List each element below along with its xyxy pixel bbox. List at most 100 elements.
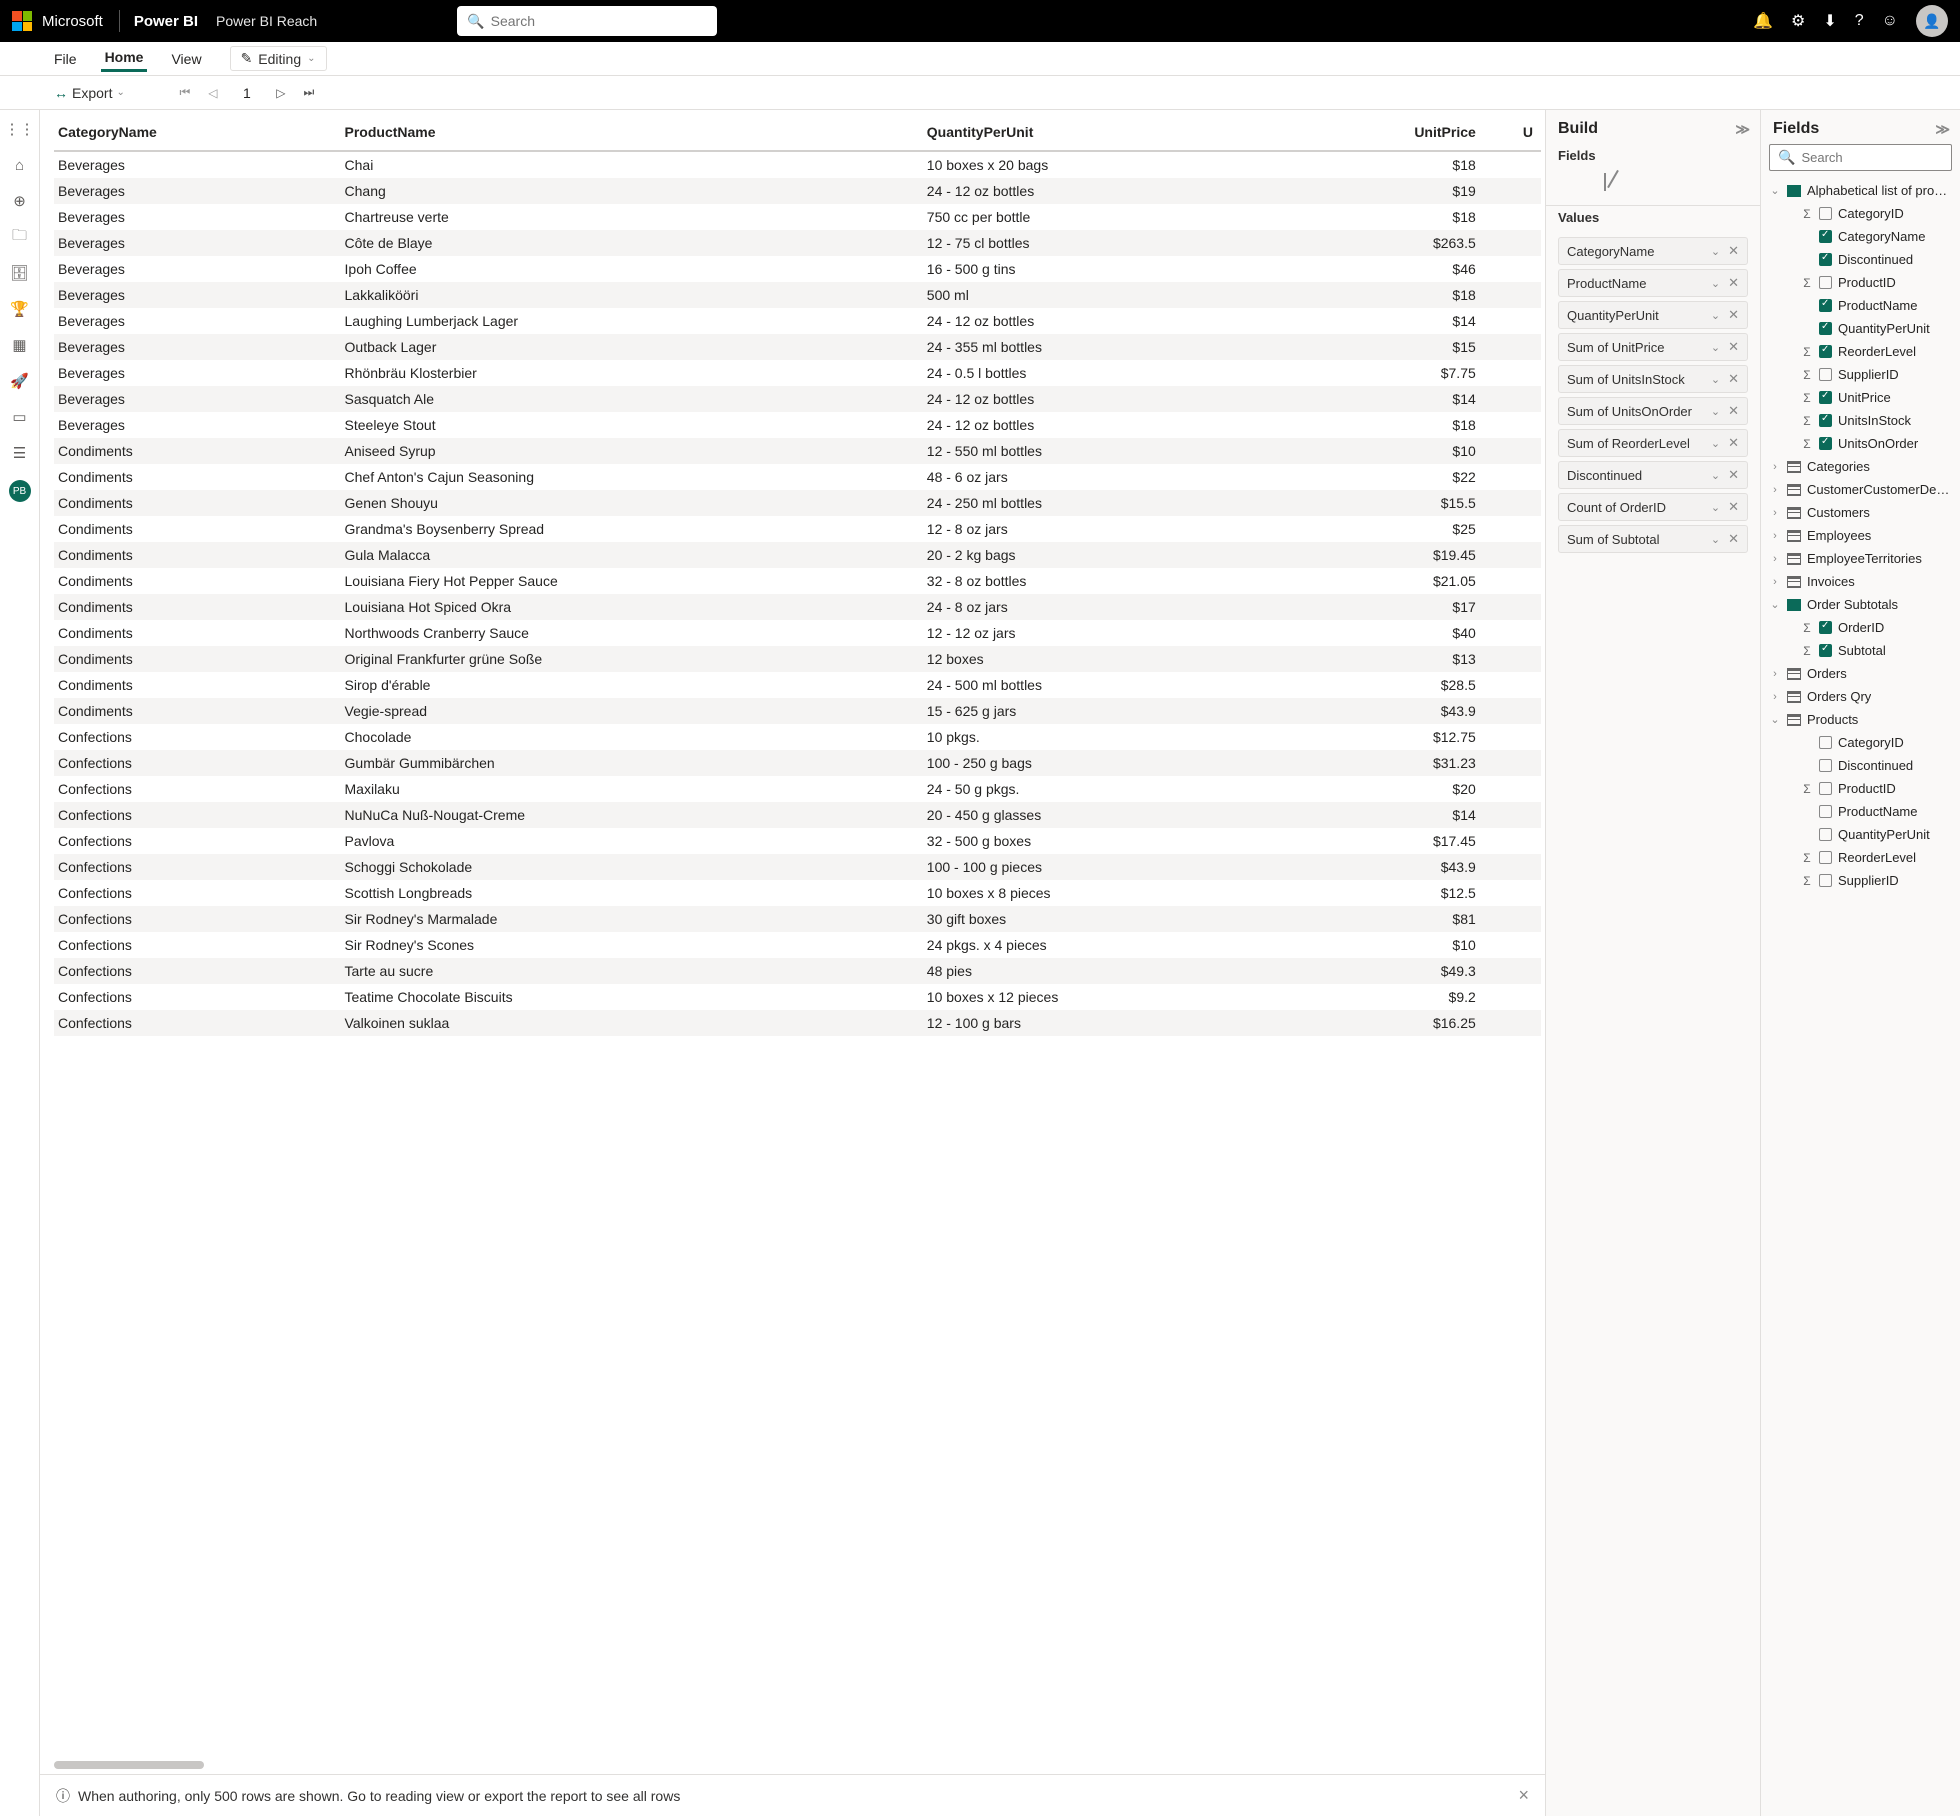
remove-field-icon[interactable]: ✕ [1728,435,1739,451]
chevron-down-icon[interactable]: ⌄ [1711,373,1720,386]
field-checkbox[interactable] [1819,782,1832,795]
next-page-button[interactable]: ▷ [275,86,287,100]
remove-field-icon[interactable]: ✕ [1728,531,1739,547]
brand-label[interactable]: Power BI [134,13,198,30]
export-button[interactable]: ↔ Export ⌄ [54,85,125,101]
table-row[interactable]: CondimentsGrandma's Boysenberry Spread12… [54,516,1541,542]
value-field-pill[interactable]: Discontinued⌄✕ [1558,461,1748,489]
remove-field-icon[interactable]: ✕ [1728,467,1739,483]
table-row[interactable]: CondimentsGula Malacca20 - 2 kg bags$19.… [54,542,1541,568]
chevron-down-icon[interactable]: ⌄ [1711,405,1720,418]
field-tree-item[interactable]: ΣUnitsInStock [1767,409,1954,432]
field-tree-item[interactable]: ΣReorderLevel [1767,340,1954,363]
chevron-right-icon[interactable]: › [1769,553,1781,565]
field-checkbox[interactable] [1819,828,1832,841]
chevron-right-icon[interactable]: › [1769,576,1781,588]
tab-file[interactable]: File [50,47,81,71]
table-row[interactable]: ConfectionsTarte au sucre48 pies$49.3 [54,958,1541,984]
table-row[interactable]: CondimentsSirop d'érable24 - 500 ml bott… [54,672,1541,698]
field-checkbox[interactable] [1819,207,1832,220]
table-tree-item[interactable]: ›Categories [1767,455,1954,478]
table-row[interactable]: ConfectionsSir Rodney's Scones24 pkgs. x… [54,932,1541,958]
table-row[interactable]: BeveragesSasquatch Ale24 - 12 oz bottles… [54,386,1541,412]
home-icon[interactable]: ⌂ [11,156,29,174]
table-row[interactable]: ConfectionsPavlova32 - 500 g boxes$17.45 [54,828,1541,854]
field-checkbox[interactable] [1819,299,1832,312]
table-row[interactable]: ConfectionsSir Rodney's Marmalade30 gift… [54,906,1541,932]
field-checkbox[interactable] [1819,621,1832,634]
table-tree-item[interactable]: ⌄Order Subtotals [1767,593,1954,616]
table-row[interactable]: ConfectionsNuNuCa Nuß-Nougat-Creme20 - 4… [54,802,1541,828]
table-row[interactable]: ConfectionsChocolade10 pkgs.$12.75 [54,724,1541,750]
collapse-build-icon[interactable]: ≫ [1735,121,1750,138]
table-row[interactable]: BeveragesChang24 - 12 oz bottles$19 [54,178,1541,204]
table-row[interactable]: CondimentsAniseed Syrup12 - 550 ml bottl… [54,438,1541,464]
table-row[interactable]: BeveragesLakkalikööri500 ml$18 [54,282,1541,308]
chevron-right-icon[interactable]: › [1769,461,1781,473]
chevron-right-icon[interactable]: › [1769,530,1781,542]
table-tree-item[interactable]: ›Orders [1767,662,1954,685]
table-row[interactable]: BeveragesOutback Lager24 - 355 ml bottle… [54,334,1541,360]
field-tree-item[interactable]: ΣProductID [1767,271,1954,294]
fields-search-input[interactable] [1801,150,1960,165]
chevron-down-icon[interactable]: ⌄ [1711,533,1720,546]
field-tree-item[interactable]: Discontinued [1767,248,1954,271]
download-icon[interactable]: ⬇ [1823,11,1836,31]
settings-icon[interactable]: ⚙ [1791,11,1805,31]
field-checkbox[interactable] [1819,368,1832,381]
chevron-right-icon[interactable]: › [1769,484,1781,496]
table-row[interactable]: CondimentsGenen Shouyu24 - 250 ml bottle… [54,490,1541,516]
field-tree-item[interactable]: ΣOrderID [1767,616,1954,639]
data-hub-icon[interactable]: 🗄 [11,264,29,282]
value-field-pill[interactable]: QuantityPerUnit⌄✕ [1558,301,1748,329]
table-row[interactable]: BeveragesLaughing Lumberjack Lager24 - 1… [54,308,1541,334]
table-tree-item[interactable]: ›EmployeeTerritories [1767,547,1954,570]
chevron-down-icon[interactable]: ⌄ [1711,437,1720,450]
field-checkbox[interactable] [1819,805,1832,818]
metrics-icon[interactable]: 🏆 [11,300,29,318]
field-checkbox[interactable] [1819,759,1832,772]
field-tree-item[interactable]: ΣCategoryID [1767,202,1954,225]
table-row[interactable]: BeveragesCôte de Blaye12 - 75 cl bottles… [54,230,1541,256]
global-search[interactable]: 🔍 [457,6,717,36]
field-checkbox[interactable] [1819,253,1832,266]
remove-field-icon[interactable]: ✕ [1728,371,1739,387]
workspaces-icon[interactable]: ☰ [11,444,29,462]
user-avatar[interactable]: 👤 [1916,5,1948,37]
table-row[interactable]: ConfectionsGumbär Gummibärchen100 - 250 … [54,750,1541,776]
remove-field-icon[interactable]: ✕ [1728,499,1739,515]
fields-search[interactable]: 🔍 [1769,144,1952,171]
remove-field-icon[interactable]: ✕ [1728,339,1739,355]
table-tree-item[interactable]: ›Employees [1767,524,1954,547]
value-field-pill[interactable]: Count of OrderID⌄✕ [1558,493,1748,521]
column-header[interactable]: CategoryName [54,116,341,151]
format-visual-icon[interactable] [1604,173,1632,197]
close-icon[interactable]: × [1518,1785,1529,1806]
table-row[interactable]: CondimentsNorthwoods Cranberry Sauce12 -… [54,620,1541,646]
field-checkbox[interactable] [1819,230,1832,243]
collapse-fields-icon[interactable]: ≫ [1935,121,1950,138]
field-checkbox[interactable] [1819,322,1832,335]
field-tree-item[interactable]: ΣSubtotal [1767,639,1954,662]
remove-field-icon[interactable]: ✕ [1728,307,1739,323]
value-field-pill[interactable]: Sum of Subtotal⌄✕ [1558,525,1748,553]
table-row[interactable]: BeveragesChartreuse verte750 cc per bott… [54,204,1541,230]
table-tree-item[interactable]: ›Orders Qry [1767,685,1954,708]
visual-type-matrix-icon[interactable] [1558,173,1586,197]
chevron-down-icon[interactable]: ⌄ [1711,277,1720,290]
field-tree-item[interactable]: ΣSupplierID [1767,869,1954,892]
table-tree-item[interactable]: ›Customers [1767,501,1954,524]
field-tree-item[interactable]: ProductName [1767,800,1954,823]
field-checkbox[interactable] [1819,874,1832,887]
field-checkbox[interactable] [1819,437,1832,450]
horizontal-scrollbar[interactable] [54,1760,1531,1770]
value-field-pill[interactable]: Sum of ReorderLevel⌄✕ [1558,429,1748,457]
field-tree-item[interactable]: ΣProductID [1767,777,1954,800]
learn-icon[interactable]: ▭ [11,408,29,426]
table-row[interactable]: BeveragesSteeleye Stout24 - 12 oz bottle… [54,412,1541,438]
column-header[interactable]: UnitPrice [1294,116,1484,151]
table-row[interactable]: CondimentsOriginal Frankfurter grüne Soß… [54,646,1541,672]
deploy-icon[interactable]: 🚀 [11,372,29,390]
table-row[interactable]: BeveragesChai10 boxes x 20 bags$18 [54,151,1541,178]
field-tree-item[interactable]: ΣUnitPrice [1767,386,1954,409]
